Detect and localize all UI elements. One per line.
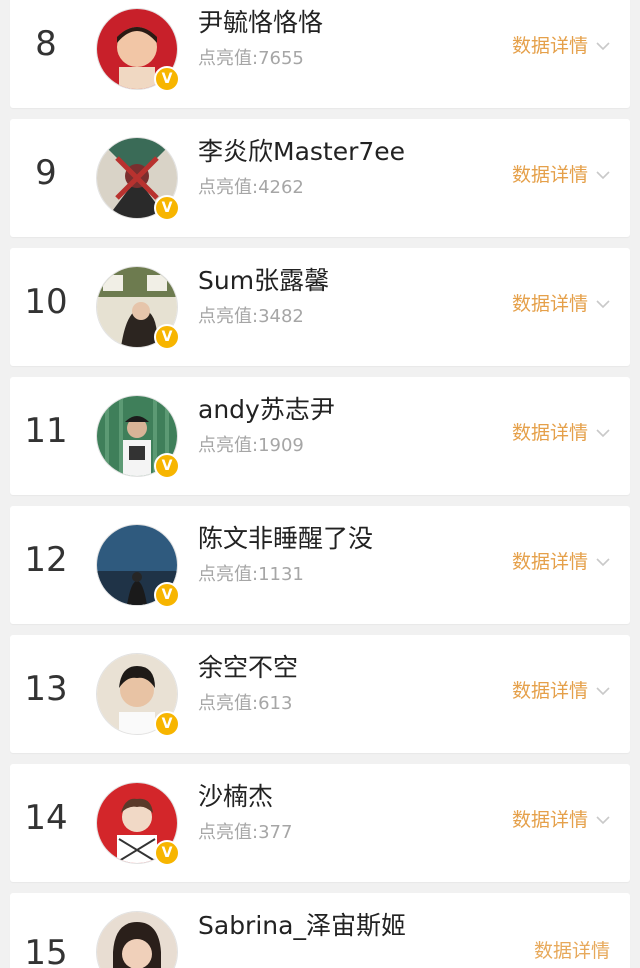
- avatar[interactable]: V: [96, 782, 180, 866]
- chevron-down-icon: [596, 816, 610, 825]
- data-detail-label: 数据详情: [511, 164, 588, 186]
- avatar[interactable]: V: [96, 395, 180, 479]
- list-item[interactable]: 12 V 陈文非睡醒了没 点亮值:1131 数据详情: [10, 506, 630, 624]
- score-value: 点亮值:4262: [198, 177, 304, 198]
- rank-number: 12: [24, 540, 68, 580]
- score-value: 点亮值:1909: [198, 435, 304, 456]
- data-detail-label: 数据详情: [511, 809, 588, 831]
- user-name[interactable]: 沙楠杰: [198, 780, 273, 814]
- verified-badge-icon: V: [154, 453, 180, 479]
- chevron-down-icon: [596, 42, 610, 51]
- data-detail-button[interactable]: 数据详情: [512, 161, 610, 189]
- verified-badge-icon: V: [154, 582, 180, 608]
- verified-badge-icon: V: [154, 324, 180, 350]
- data-detail-button[interactable]: 数据详情: [512, 806, 610, 834]
- data-detail-label: 数据详情: [533, 940, 610, 962]
- user-name[interactable]: Sum张露馨: [198, 264, 329, 298]
- rank-number: 14: [24, 798, 68, 838]
- data-detail-button[interactable]: 数据详情: [512, 677, 610, 705]
- data-detail-label: 数据详情: [511, 35, 588, 57]
- user-name[interactable]: 陈文非睡醒了没: [198, 522, 373, 556]
- chevron-down-icon: [596, 429, 610, 438]
- list-item[interactable]: 10 V Sum张露馨 点亮值:3482 数据详情: [10, 248, 630, 366]
- list-item[interactable]: 15 Sabrina_泽宙斯姬 数据详情: [10, 893, 630, 968]
- score-value: 点亮值:1131: [198, 564, 304, 585]
- avatar[interactable]: V: [96, 266, 180, 350]
- user-name[interactable]: Sabrina_泽宙斯姬: [198, 909, 406, 943]
- chevron-down-icon: [596, 171, 610, 180]
- score-value: 点亮值:377: [198, 822, 293, 843]
- avatar[interactable]: [96, 911, 178, 968]
- data-detail-button[interactable]: 数据详情: [512, 290, 610, 318]
- verified-badge-icon: V: [154, 840, 180, 866]
- rank-number: 8: [35, 24, 57, 64]
- user-name[interactable]: 尹毓恪恪恪: [198, 6, 323, 40]
- avatar[interactable]: V: [96, 8, 180, 92]
- rank-number: 9: [35, 153, 57, 193]
- list-item[interactable]: 11 V andy苏志尹 点亮值:1909 数据详情: [10, 377, 630, 495]
- score-value: 点亮值:3482: [198, 306, 304, 327]
- user-name[interactable]: 李炎欣Master7ee: [198, 135, 405, 169]
- rank-number: 15: [24, 933, 68, 968]
- avatar[interactable]: V: [96, 524, 180, 608]
- avatar[interactable]: V: [96, 653, 180, 737]
- verified-badge-icon: V: [154, 711, 180, 737]
- avatar-image: [97, 912, 177, 968]
- data-detail-button[interactable]: 数据详情: [512, 548, 610, 576]
- data-detail-button[interactable]: 数据详情: [512, 419, 610, 447]
- data-detail-button[interactable]: 数据详情: [512, 32, 610, 60]
- list-item[interactable]: 13 V 余空不空 点亮值:613 数据详情: [10, 635, 630, 753]
- verified-badge-icon: V: [154, 66, 180, 92]
- chevron-down-icon: [596, 558, 610, 567]
- user-name[interactable]: 余空不空: [198, 651, 298, 685]
- list-item[interactable]: 8 V 尹毓恪恪恪 点亮值:7655 数据详情: [10, 0, 630, 108]
- score-value: 点亮值:613: [198, 693, 293, 714]
- score-value: 点亮值:7655: [198, 48, 304, 69]
- list-item[interactable]: 9 V 李炎欣Master7ee 点亮值:4262 数据详情: [10, 119, 630, 237]
- data-detail-label: 数据详情: [511, 293, 588, 315]
- data-detail-label: 数据详情: [511, 551, 588, 573]
- chevron-down-icon: [596, 300, 610, 309]
- chevron-down-icon: [596, 687, 610, 696]
- verified-badge-icon: V: [154, 195, 180, 221]
- rank-number: 13: [24, 669, 68, 709]
- list-item[interactable]: 14 V 沙楠杰 点亮值:377 数据详情: [10, 764, 630, 882]
- data-detail-label: 数据详情: [511, 422, 588, 444]
- data-detail-button[interactable]: 数据详情: [534, 937, 610, 965]
- avatar[interactable]: V: [96, 137, 180, 221]
- rank-number: 10: [24, 282, 68, 322]
- user-name[interactable]: andy苏志尹: [198, 393, 335, 427]
- rank-number: 11: [24, 411, 68, 451]
- data-detail-label: 数据详情: [511, 680, 588, 702]
